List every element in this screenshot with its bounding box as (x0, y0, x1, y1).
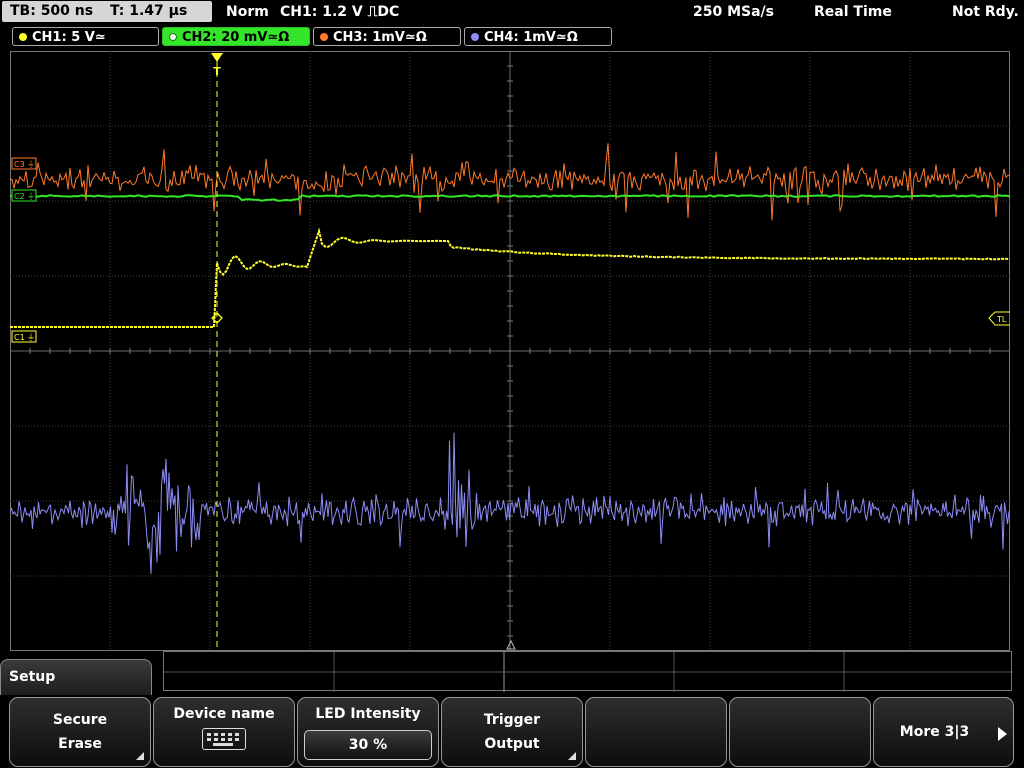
ground-icon: ⏚ (27, 333, 35, 342)
ch4-label: CH4: 1mV≃Ω (484, 30, 578, 45)
softkey-label: LED Intensity (315, 706, 421, 722)
trigger-mode[interactable]: Norm (226, 4, 269, 20)
led-intensity-value[interactable]: 30 % (304, 730, 432, 760)
softkey-label-2: Output (484, 736, 540, 752)
sample-rate: 250 MSa/s (693, 4, 775, 20)
time-offset-label: T: 1.47 µs (109, 3, 188, 19)
ch1-dot-icon (19, 33, 27, 41)
ch4-dot-icon (471, 33, 479, 41)
ch1-reference-marker[interactable]: C1 ⏚ (11, 330, 37, 343)
trigger-level-label: TL (996, 315, 1007, 324)
acquisition-state: Not Rdy. (952, 4, 1019, 20)
ground-icon: ⏚ (27, 160, 35, 169)
more-menu-button[interactable]: More 3|3 (873, 697, 1014, 767)
ch1-label: CH1: 5 V≃ (32, 30, 106, 45)
ch3-dot-icon (320, 33, 328, 41)
led-intensity-button[interactable]: LED Intensity 30 % (297, 697, 439, 767)
trigger-setting[interactable]: CH1: 1.2 V ⎍DC (280, 4, 399, 20)
channel-tab-ch2[interactable]: CH2: 20 mV≃Ω (162, 27, 310, 46)
setup-menu-tab[interactable]: Setup (0, 659, 152, 695)
softkey-label: Trigger (483, 712, 541, 728)
keyboard-icon (202, 728, 246, 750)
trigger-output-button[interactable]: Trigger Output (441, 697, 583, 767)
softkey-empty-6[interactable] (729, 697, 871, 767)
timebase-box[interactable]: TB: 500 ns T: 1.47 µs (2, 1, 212, 22)
channel-tab-ch3[interactable]: CH3: 1mV≃Ω (313, 27, 461, 46)
acquisition-mode: Real Time (814, 4, 892, 20)
channel-tab-ch1[interactable]: CH1: 5 V≃ (12, 27, 159, 46)
ground-icon: ⏚ (27, 192, 35, 201)
waveform-display[interactable]: T C3 ⏚ C2 ⏚ C1 ⏚ TL (10, 51, 1010, 651)
ch2-marker-label: C2 (14, 192, 25, 201)
setup-menu-title: Setup (9, 669, 56, 685)
next-page-arrow-icon (998, 727, 1007, 741)
softkey-label: Device name (173, 706, 275, 722)
zoom-overview-strip (163, 651, 1013, 692)
status-bar: TB: 500 ns T: 1.47 µs Norm CH1: 1.2 V ⎍D… (0, 0, 1024, 24)
softkey-label-2: Erase (58, 736, 102, 752)
channel-tab-ch4[interactable]: CH4: 1mV≃Ω (464, 27, 612, 46)
trigger-position-label: T (213, 65, 221, 78)
ch3-label: CH3: 1mV≃Ω (333, 30, 427, 45)
submenu-corner-icon (136, 752, 144, 760)
submenu-corner-icon (568, 752, 576, 760)
softkey-label: More 3|3 (899, 724, 970, 740)
timebase-label: TB: 500 ns (10, 3, 94, 19)
ch2-reference-marker[interactable]: C2 ⏚ (11, 189, 37, 202)
ch1-marker-label: C1 (14, 333, 25, 342)
ch2-dot-icon (169, 33, 177, 41)
ch2-label: CH2: 20 mV≃Ω (182, 30, 290, 45)
secure-erase-button[interactable]: Secure Erase (9, 697, 151, 767)
ch3-reference-marker[interactable]: C3 ⏚ (11, 157, 37, 170)
softkey-label: Secure (52, 712, 108, 728)
softkey-empty-5[interactable] (585, 697, 727, 767)
ch3-marker-label: C3 (14, 160, 25, 169)
device-name-button[interactable]: Device name (153, 697, 295, 767)
